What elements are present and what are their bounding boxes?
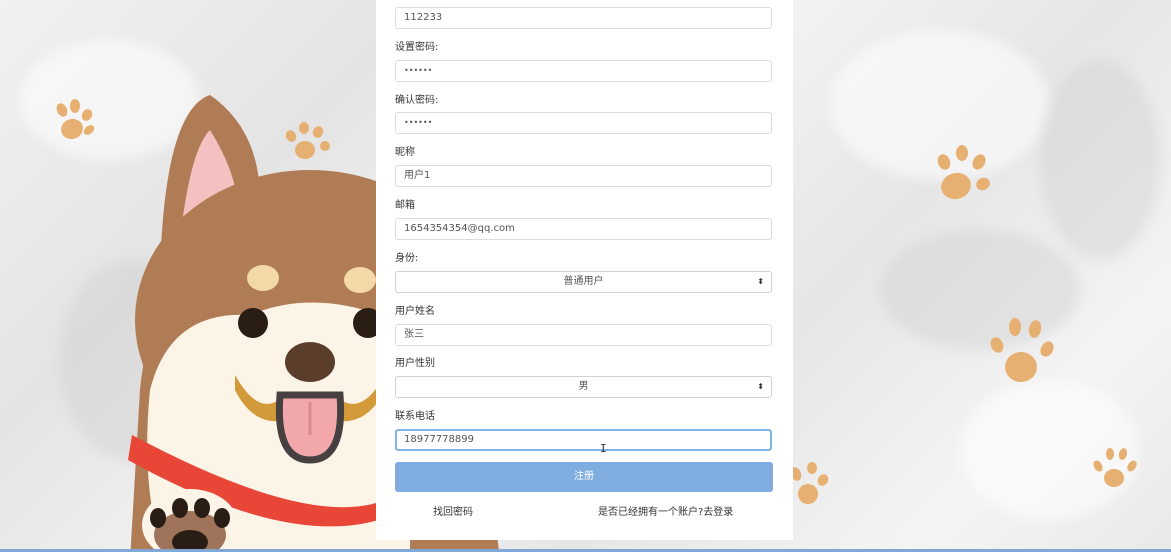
password-input[interactable]: •••••• [395, 60, 772, 82]
go-login-link[interactable]: 是否已经拥有一个账户?去登录 [598, 503, 733, 518]
paw-print-icon [1092, 446, 1138, 494]
phone-input[interactable]: 18977778899 [395, 429, 772, 451]
confirm-password-label: 确认密码: [395, 95, 439, 106]
nickname-input[interactable]: 用户1 [395, 165, 772, 187]
text-cursor-icon: I [600, 442, 607, 455]
role-select[interactable]: 普通用户 ⬍ [395, 271, 772, 293]
email-label: 邮箱 [395, 200, 415, 211]
password-label: 设置密码: [395, 42, 439, 53]
email-input[interactable]: 1654354354@qq.com [395, 218, 772, 240]
phone-label: 联系电话 [395, 411, 435, 422]
gender-label: 用户性别 [395, 358, 435, 369]
confirm-password-input[interactable]: •••••• [395, 112, 772, 134]
select-caret-icon: ⬍ [757, 382, 764, 391]
paw-print-icon [790, 460, 830, 510]
register-form-panel: 112233 设置密码: •••••• 确认密码: •••••• 昵称 用户1 … [376, 0, 793, 540]
paw-print-icon [52, 98, 98, 146]
background-texture [1040, 60, 1160, 260]
gender-select[interactable]: 男 ⬍ [395, 376, 772, 398]
select-caret-icon: ⬍ [757, 277, 764, 286]
paw-print-icon [932, 142, 998, 208]
nickname-label: 昵称 [395, 147, 415, 158]
register-button[interactable]: 注册 [395, 462, 773, 492]
page-background: 112233 设置密码: •••••• 确认密码: •••••• 昵称 用户1 … [0, 0, 1171, 552]
gender-select-value: 男 [578, 381, 589, 392]
username-input[interactable]: 112233 [395, 7, 772, 29]
paw-print-icon [985, 315, 1057, 391]
forgot-password-link[interactable]: 找回密码 [433, 503, 473, 518]
realname-input[interactable]: 张三 [395, 324, 772, 346]
role-select-value: 普通用户 [563, 276, 604, 287]
role-label: 身份: [395, 253, 419, 264]
realname-label: 用户姓名 [395, 306, 435, 317]
